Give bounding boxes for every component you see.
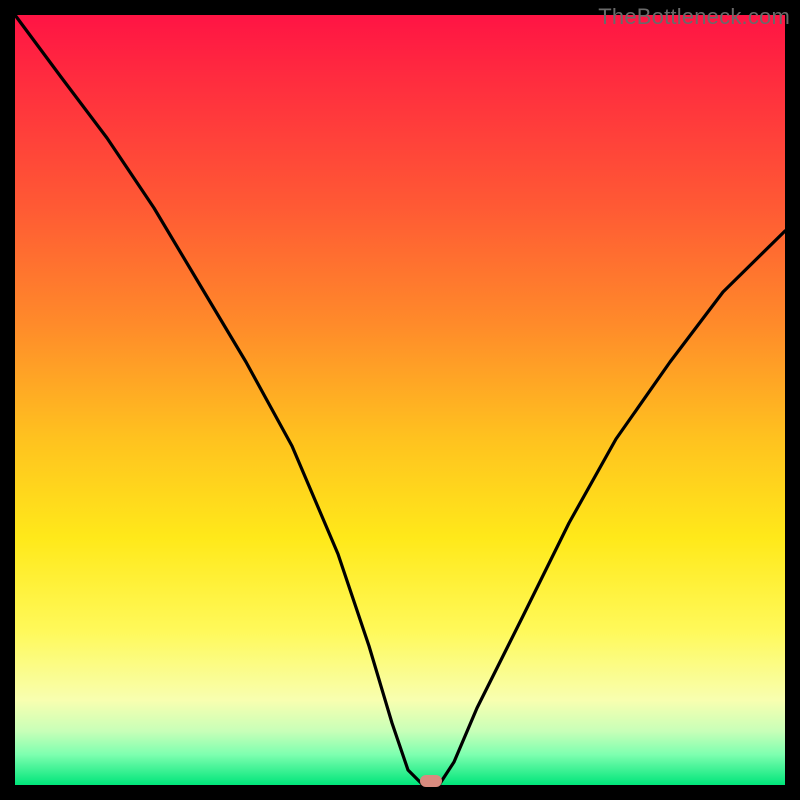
plot-area (15, 15, 785, 785)
bottleneck-curve (15, 15, 785, 785)
chart-stage: TheBottleneck.com (0, 0, 800, 800)
